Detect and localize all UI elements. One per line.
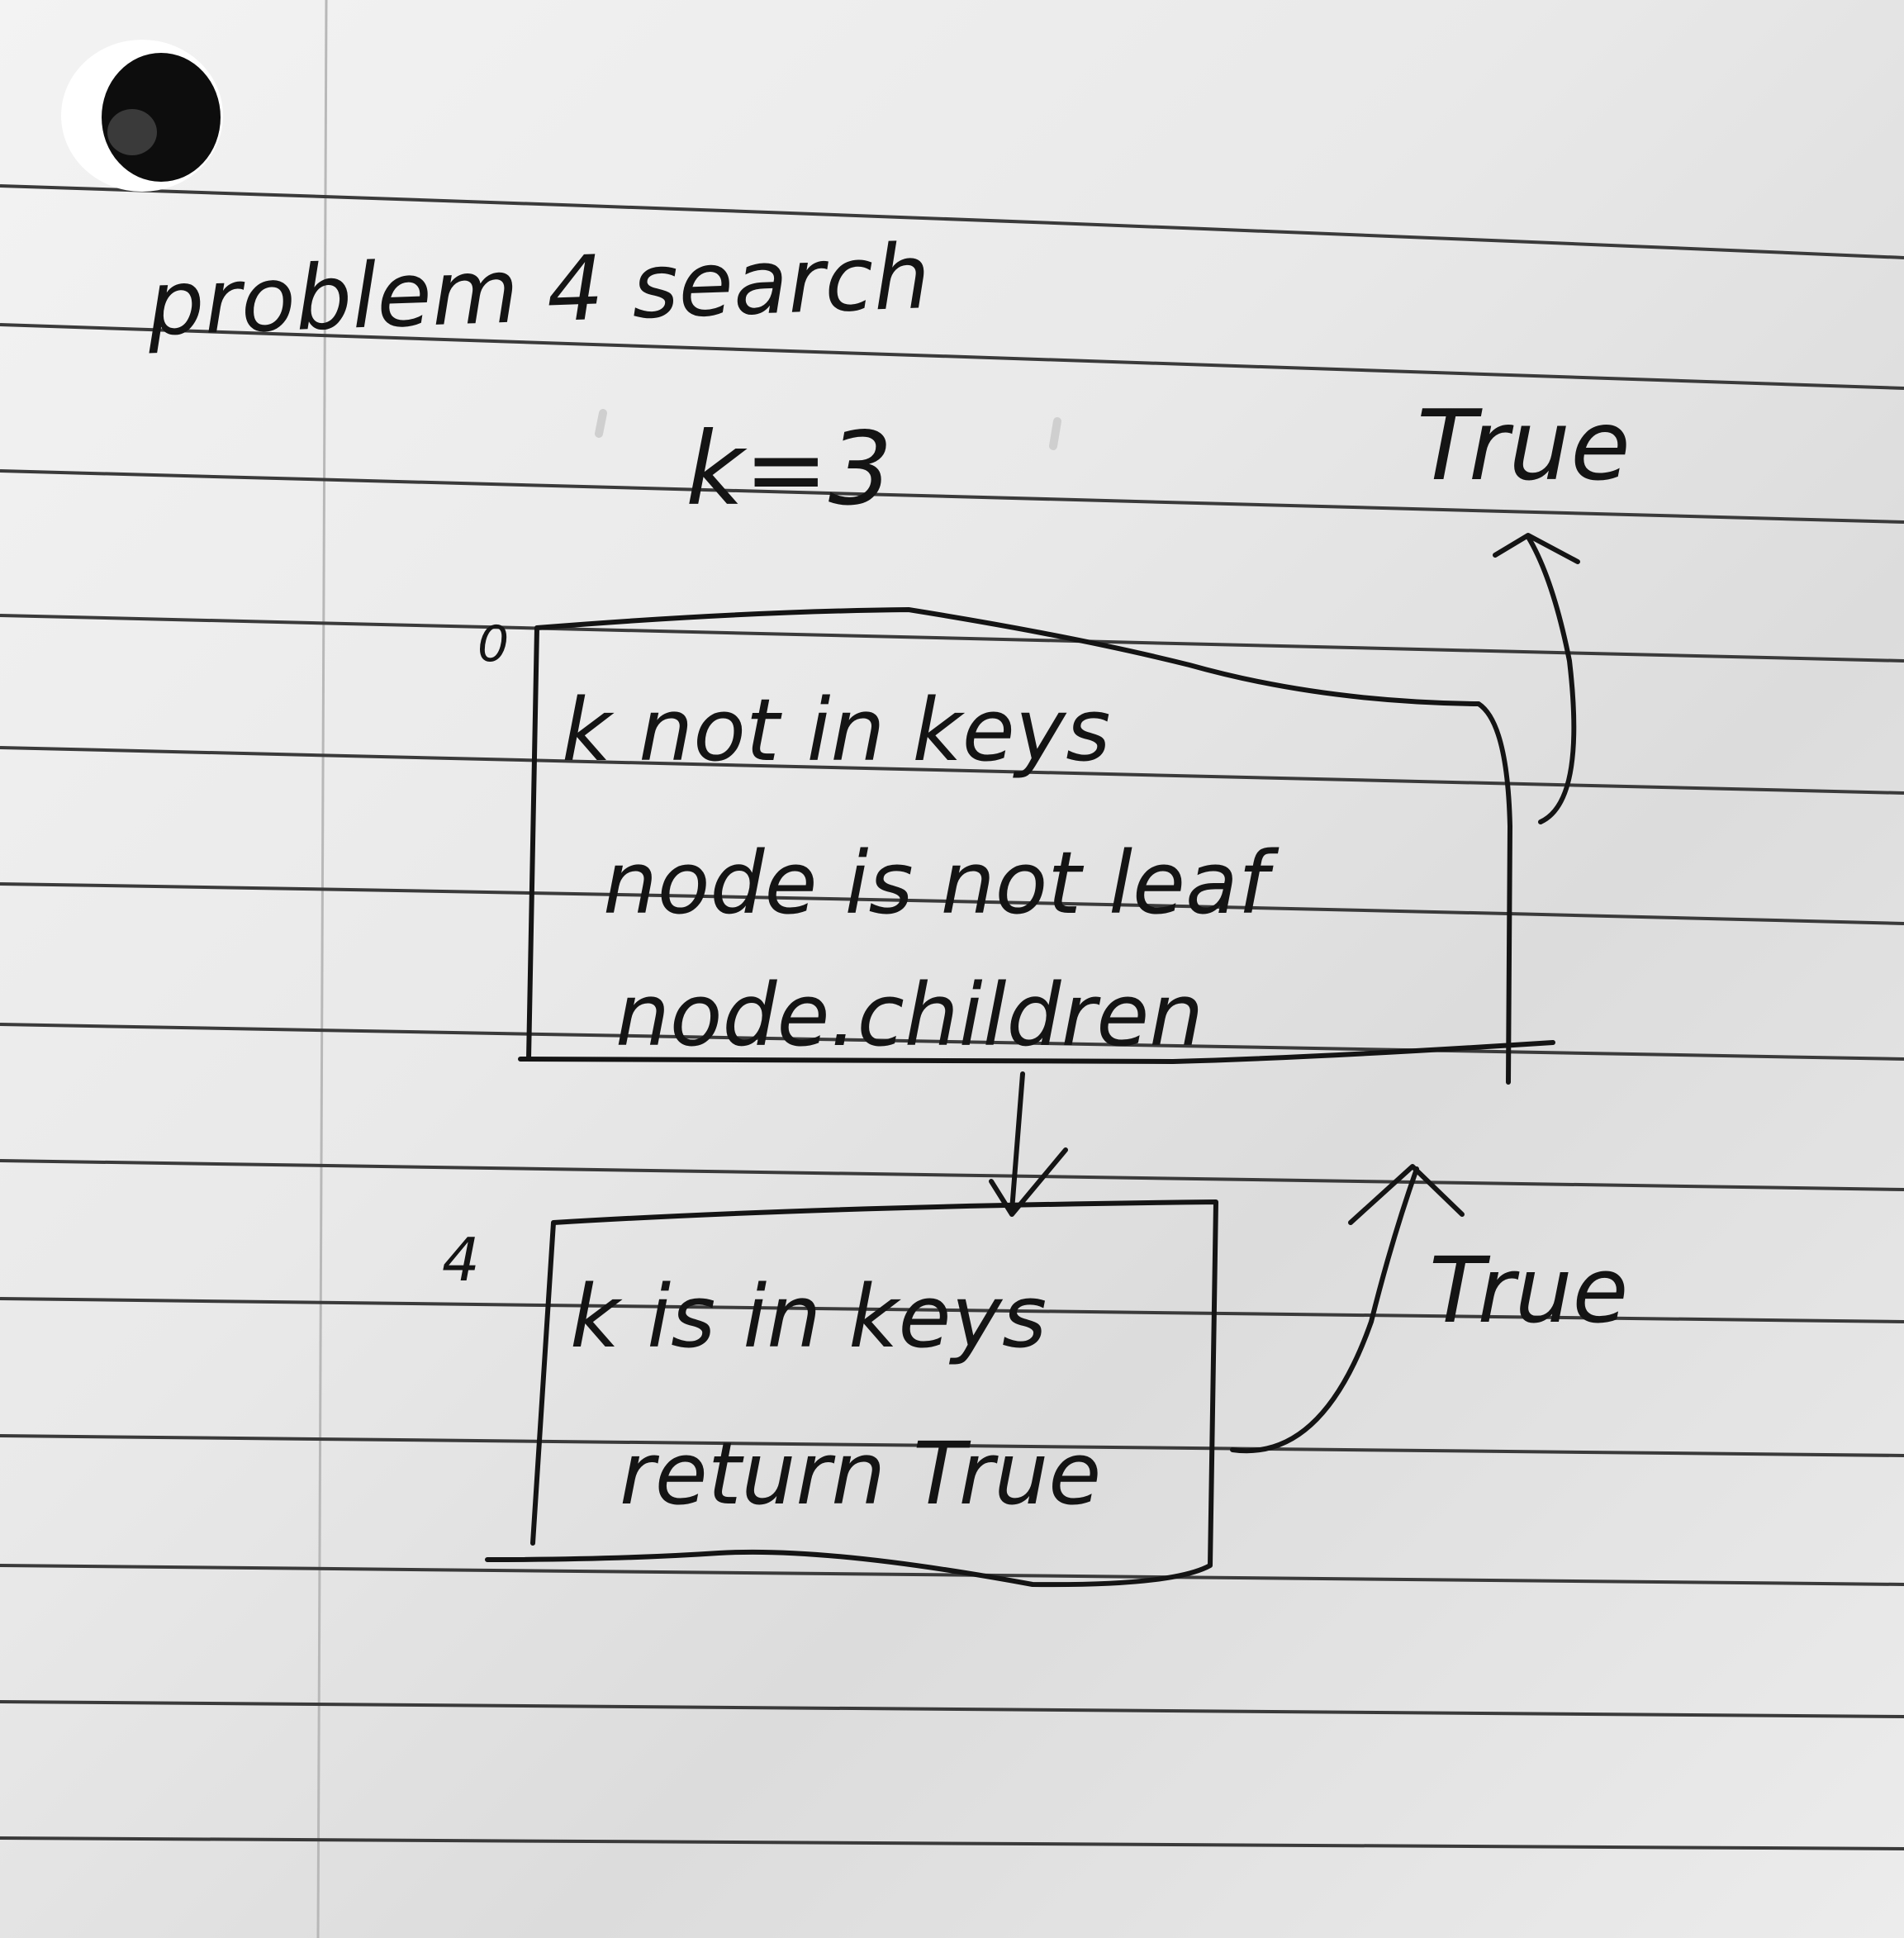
text-layer: problem 4 search k=3 True 0 k not in key… (145, 226, 1631, 1524)
parameter-k: k=3 (686, 411, 893, 528)
node-4-line-1: k is in keys (570, 1266, 1047, 1367)
node-0-line-3: node.children (615, 965, 1204, 1066)
side-result-label: True (1429, 1237, 1628, 1343)
top-result-label: True (1417, 388, 1631, 502)
node-4-label: 4 (442, 1225, 480, 1294)
notebook-page: problem 4 search k=3 True 0 k not in key… (0, 0, 1904, 1938)
node-0-line-1: k not in keys (562, 680, 1110, 781)
node-0-line-2: node is not leaf (603, 833, 1280, 933)
page-title: problem 4 search (145, 226, 933, 356)
node-4-line-2: return True (620, 1423, 1101, 1524)
node-0-label: 0 (477, 615, 509, 673)
